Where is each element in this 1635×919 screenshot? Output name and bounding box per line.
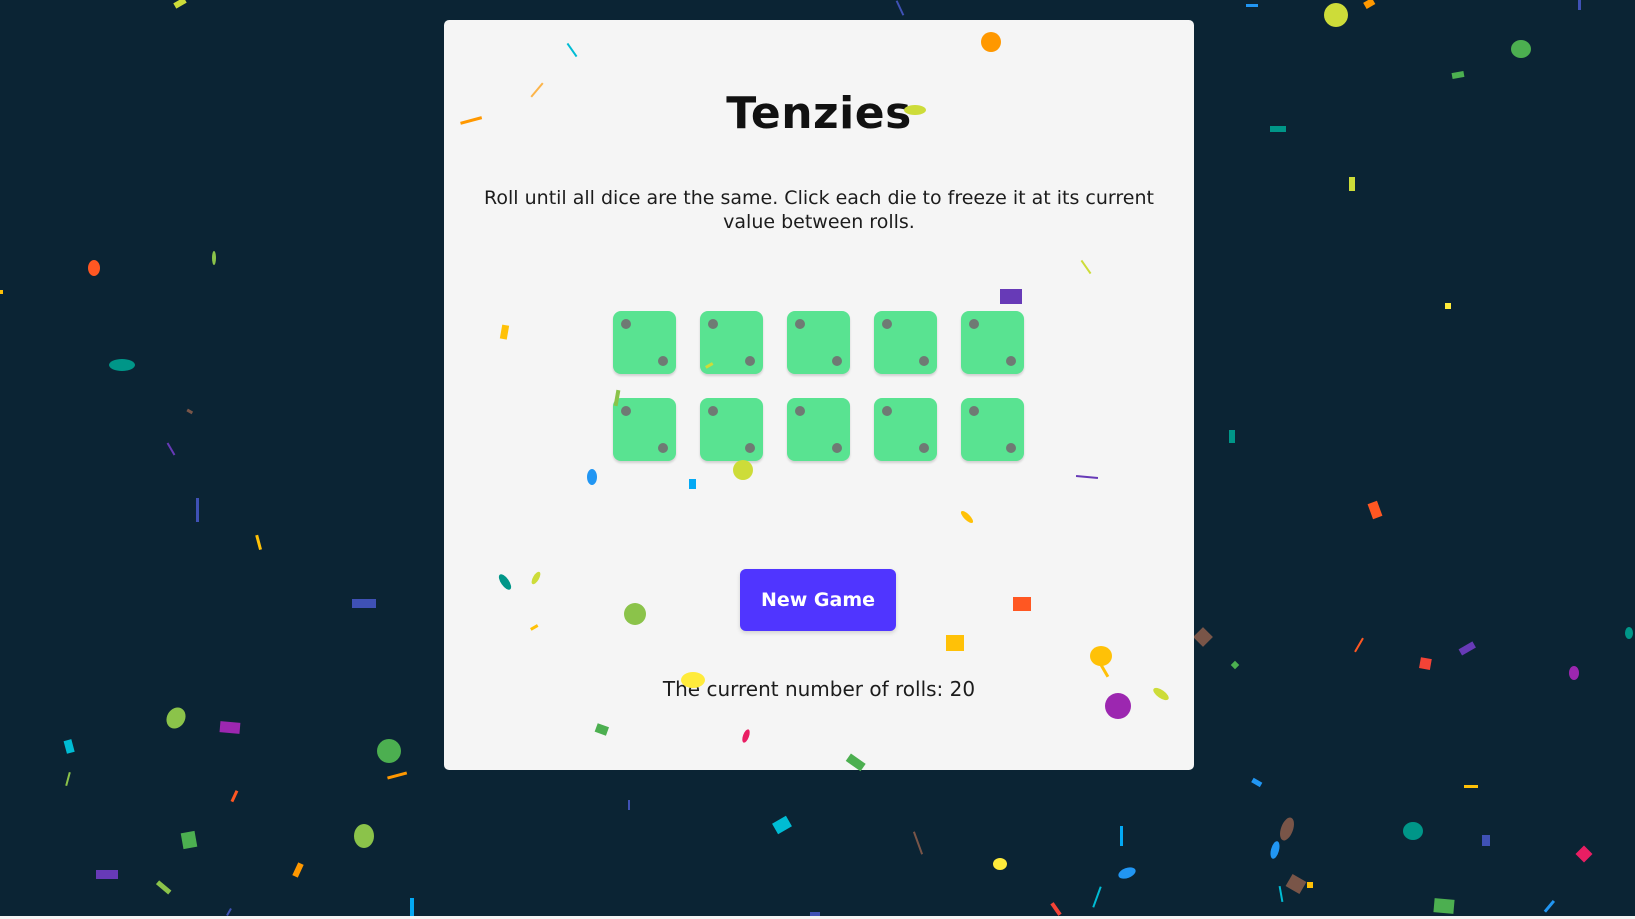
die-pip — [745, 443, 755, 453]
roll-counter: The current number of rolls: 20 — [662, 677, 976, 701]
die[interactable] — [961, 311, 1024, 374]
die-pip — [795, 319, 805, 329]
die[interactable] — [700, 398, 763, 461]
die-pip — [658, 443, 668, 453]
die-pip — [882, 319, 892, 329]
die-pip — [745, 356, 755, 366]
die-pip — [621, 319, 631, 329]
die-pip — [1006, 356, 1016, 366]
die[interactable] — [700, 311, 763, 374]
game-board: Tenzies Roll until all dice are the same… — [444, 20, 1194, 770]
die-pip — [919, 443, 929, 453]
die[interactable] — [613, 311, 676, 374]
new-game-button[interactable]: New Game — [740, 569, 896, 631]
game-title: Tenzies — [726, 88, 912, 139]
die-pip — [1006, 443, 1016, 453]
die[interactable] — [787, 311, 850, 374]
game-instructions: Roll until all dice are the same. Click … — [484, 187, 1154, 233]
die-pip — [795, 406, 805, 416]
die-pip — [708, 406, 718, 416]
die-pip — [708, 319, 718, 329]
die[interactable] — [613, 398, 676, 461]
die-pip — [919, 356, 929, 366]
die-pip — [832, 356, 842, 366]
die[interactable] — [961, 398, 1024, 461]
dice-grid — [613, 311, 1024, 461]
die-pip — [969, 406, 979, 416]
die-pip — [621, 406, 631, 416]
die[interactable] — [874, 311, 937, 374]
die[interactable] — [787, 398, 850, 461]
die-pip — [832, 443, 842, 453]
die-pip — [969, 319, 979, 329]
die-pip — [882, 406, 892, 416]
die[interactable] — [874, 398, 937, 461]
die-pip — [658, 356, 668, 366]
